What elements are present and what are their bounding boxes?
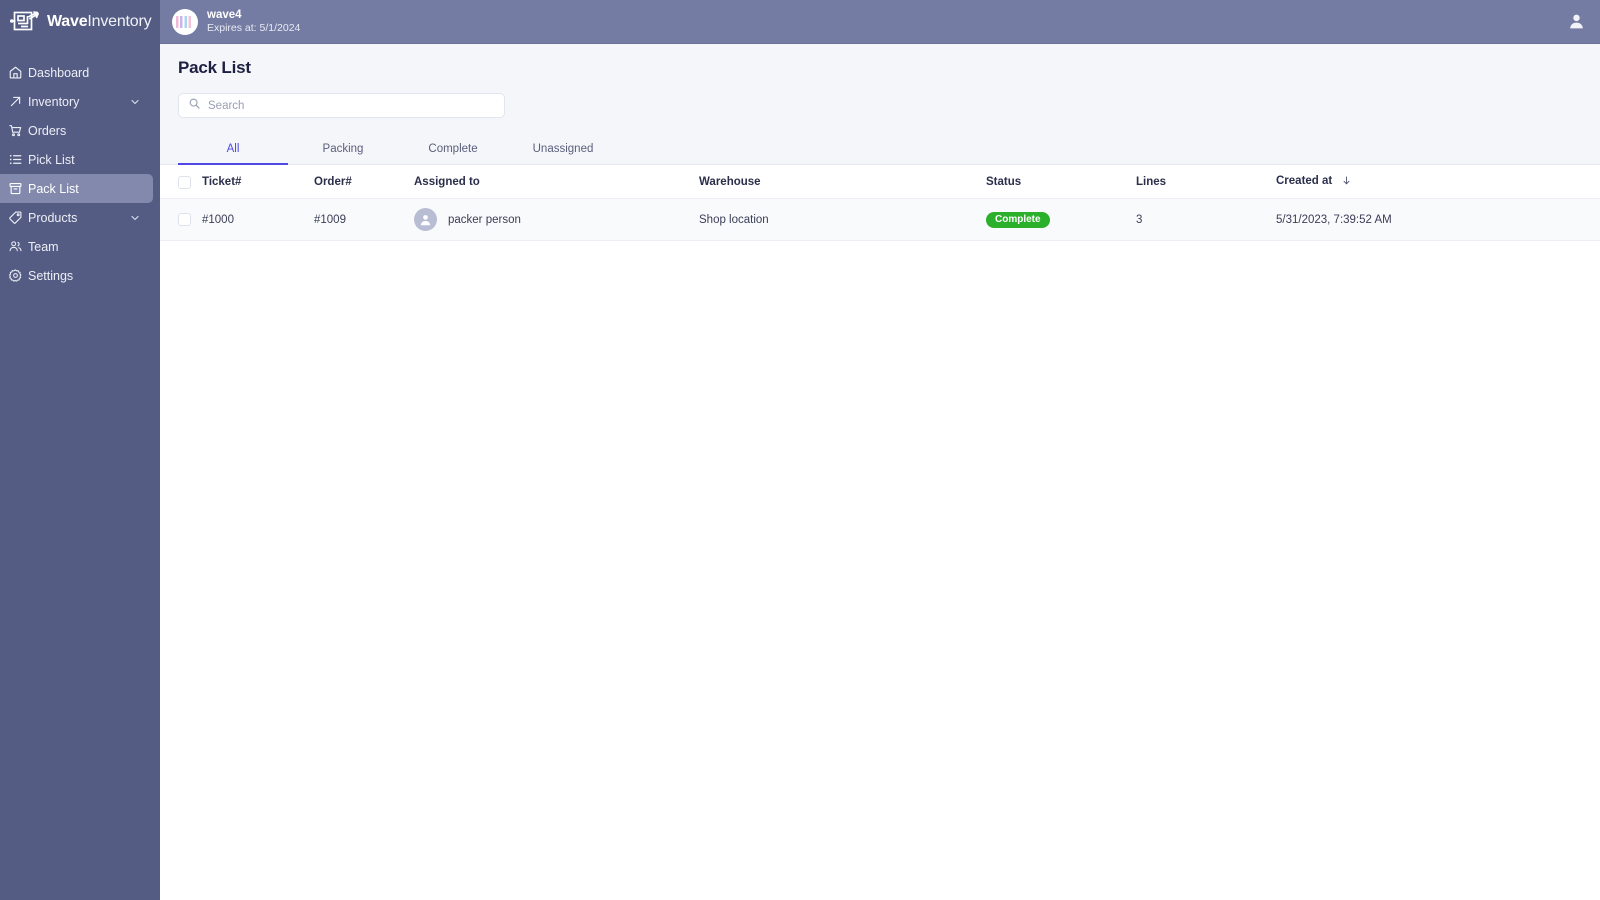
cell-status: Complete: [986, 198, 1136, 241]
assigned-to-name: packer person: [448, 213, 521, 226]
sidebar-item-pack-list[interactable]: Pack List: [0, 174, 153, 203]
arrow-up-right-icon: [2, 94, 28, 109]
page-header: Pack List: [160, 44, 1600, 134]
row-select-cell: [160, 198, 202, 241]
select-all-checkbox[interactable]: [178, 175, 191, 189]
page-content: Pack List All Packing: [160, 44, 1600, 900]
column-header-order[interactable]: Order#: [314, 165, 414, 199]
search-icon: [188, 97, 201, 115]
sidebar-item-orders[interactable]: Orders: [0, 116, 153, 145]
column-header-created-at[interactable]: Created at: [1276, 165, 1600, 199]
cell-ticket: #1000: [202, 198, 314, 241]
sidebar-item-pick-list[interactable]: Pick List: [0, 145, 153, 174]
sidebar-item-dashboard[interactable]: Dashboard: [0, 58, 153, 87]
workspace-selector[interactable]: wave4 Expires at: 5/1/2024: [172, 8, 300, 36]
cell-assigned-to: packer person: [414, 198, 699, 241]
sidebar-item-label: Products: [28, 210, 78, 225]
sidebar-item-label: Inventory: [28, 94, 80, 109]
workspace-name: wave4: [207, 8, 242, 21]
sidebar-item-label: Pick List: [28, 152, 75, 167]
list-icon: [2, 152, 28, 167]
cell-order: #1009: [314, 198, 414, 241]
pack-list-table: Ticket# Order# Assigned to Warehouse Sta…: [160, 165, 1600, 241]
tab-complete[interactable]: Complete: [398, 134, 508, 165]
main-region: wave4 Expires at: 5/1/2024 Pack List Sea…: [160, 0, 1600, 900]
table-header-row: Ticket# Order# Assigned to Warehouse Sta…: [160, 165, 1600, 199]
search-wrap: [178, 93, 1600, 134]
pack-list-table-wrap: Ticket# Order# Assigned to Warehouse Sta…: [160, 165, 1600, 241]
sidebar: WaveInventory Dashboard Inventory Orders…: [0, 0, 160, 900]
sidebar-nav: Dashboard Inventory Orders Pick List Pac…: [0, 58, 160, 290]
person-avatar-icon: [414, 208, 437, 231]
row-checkbox[interactable]: [178, 213, 191, 226]
people-icon: [2, 239, 28, 254]
column-header-lines[interactable]: Lines: [1136, 165, 1276, 199]
app-root: WaveInventory Dashboard Inventory Orders…: [0, 0, 1600, 900]
box-icon: [2, 181, 28, 196]
brand-text: WaveInventory: [47, 13, 152, 31]
workspace-expiry: Expires at: 5/1/2024: [207, 22, 301, 35]
search-input[interactable]: [208, 99, 495, 112]
sidebar-item-label: Settings: [28, 268, 74, 283]
tag-icon: [2, 210, 28, 225]
column-header-status[interactable]: Status: [986, 165, 1136, 199]
shopping-cart-icon: [2, 123, 28, 138]
filter-tabs: All Packing Complete Unassigned: [160, 134, 1600, 165]
workspace-meta: wave4 Expires at: 5/1/2024: [207, 8, 300, 36]
table-head: Ticket# Order# Assigned to Warehouse Sta…: [160, 165, 1600, 199]
brand-name-bold: Wave: [47, 13, 88, 30]
assigned-to-wrap: packer person: [414, 208, 699, 231]
cell-lines: 3: [1136, 198, 1276, 241]
column-header-assigned-to[interactable]: Assigned to: [414, 165, 699, 199]
chevron-down-icon[interactable]: [129, 96, 141, 108]
brand-name-light: Inventory: [87, 13, 152, 30]
chevron-down-icon[interactable]: [129, 212, 141, 224]
workspace-avatar-image: [176, 15, 194, 28]
gear-icon: [2, 268, 28, 283]
maze-arrow-icon: [10, 9, 40, 35]
sidebar-item-settings[interactable]: Settings: [0, 261, 153, 290]
table-body: #1000 #1009 packer person Shop location …: [160, 198, 1600, 241]
cell-created-at: 5/31/2023, 7:39:52 AM: [1276, 198, 1600, 241]
sidebar-item-team[interactable]: Team: [0, 232, 153, 261]
user-account-icon[interactable]: [1567, 12, 1586, 31]
tab-unassigned[interactable]: Unassigned: [508, 134, 618, 165]
arrow-down-icon[interactable]: [1341, 175, 1352, 189]
sidebar-item-label: Orders: [28, 123, 67, 138]
home-icon: [2, 65, 28, 80]
page-title: Pack List: [178, 58, 251, 77]
workspace-avatar: [172, 8, 198, 35]
sidebar-item-label: Pack List: [28, 181, 79, 196]
column-header-warehouse[interactable]: Warehouse: [699, 165, 986, 199]
search-box[interactable]: [178, 93, 505, 118]
cell-warehouse: Shop location: [699, 198, 986, 241]
brand[interactable]: WaveInventory: [0, 0, 160, 44]
column-header-created-at-label: Created at: [1276, 175, 1333, 187]
topbar: wave4 Expires at: 5/1/2024: [160, 0, 1600, 44]
select-all-header: [160, 165, 202, 199]
status-badge: Complete: [986, 211, 1050, 228]
sidebar-item-label: Dashboard: [28, 65, 90, 80]
column-header-ticket[interactable]: Ticket#: [202, 165, 314, 199]
sidebar-item-label: Team: [28, 239, 59, 254]
sidebar-item-inventory[interactable]: Inventory: [0, 87, 153, 116]
tab-packing[interactable]: Packing: [288, 134, 398, 165]
sidebar-item-products[interactable]: Products: [0, 203, 153, 232]
table-row[interactable]: #1000 #1009 packer person Shop location …: [160, 198, 1600, 241]
tab-all[interactable]: All: [178, 134, 288, 165]
